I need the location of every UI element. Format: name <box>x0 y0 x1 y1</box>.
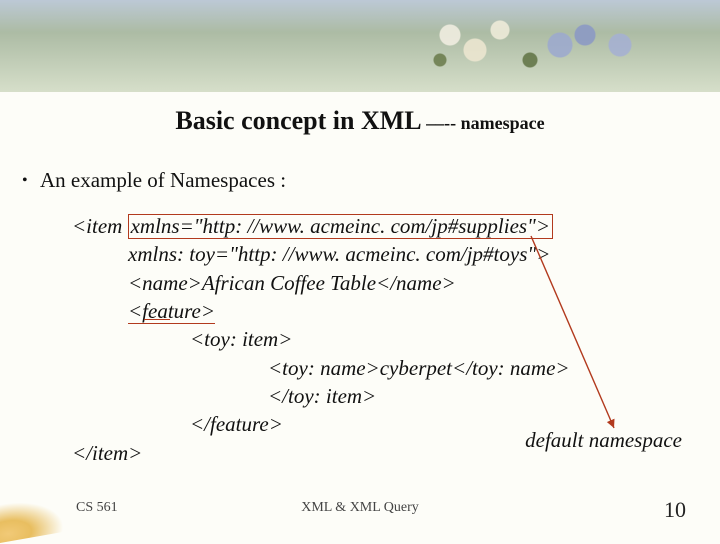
title-dash: ––-- <box>422 113 461 133</box>
xml-line-9: </item> <box>72 439 570 467</box>
title-main: Basic concept in XML <box>175 106 421 135</box>
slide-header-flowers <box>420 5 680 85</box>
xml-line-8: </feature> <box>190 410 570 438</box>
bullet-example: An example of Namespaces : <box>40 168 286 193</box>
footer-course: CS 561 <box>76 500 118 516</box>
slide-footer: CS 561 XML & XML Query 10 <box>0 500 720 520</box>
slide-title: Basic concept in XML ––-- namespace <box>0 106 720 136</box>
xml-line-7: </toy: item> <box>268 382 570 410</box>
xml-code-block: <item xmlns="http: //www. acmeinc. com/j… <box>72 212 570 467</box>
underline-marker <box>144 319 170 320</box>
footer-title: XML & XML Query <box>301 500 419 516</box>
default-namespace-label: default namespace <box>525 428 682 453</box>
xml-toy-item-open: <toy: item> <box>190 325 292 353</box>
xml-default-ns-decl: xmlns="http: //www. acmeinc. com/jp#supp… <box>128 214 553 239</box>
xml-line-4: <feature> <box>128 297 570 325</box>
xml-line-2: xmlns: toy="http: //www. acmeinc. com/jp… <box>128 240 570 268</box>
xml-line-1: <item xmlns="http: //www. acmeinc. com/j… <box>72 212 570 240</box>
xml-line-5: <toy: item> <box>72 325 570 353</box>
xml-item-open: <item <box>72 214 128 238</box>
xml-feature-open: <feature> <box>128 299 215 324</box>
title-sub: namespace <box>461 113 545 133</box>
xml-line-3: <name>African Coffee Table</name> <box>128 269 570 297</box>
xml-line-6: <toy: name>cyberpet</toy: name> <box>268 354 570 382</box>
footer-page-number: 10 <box>664 497 686 523</box>
